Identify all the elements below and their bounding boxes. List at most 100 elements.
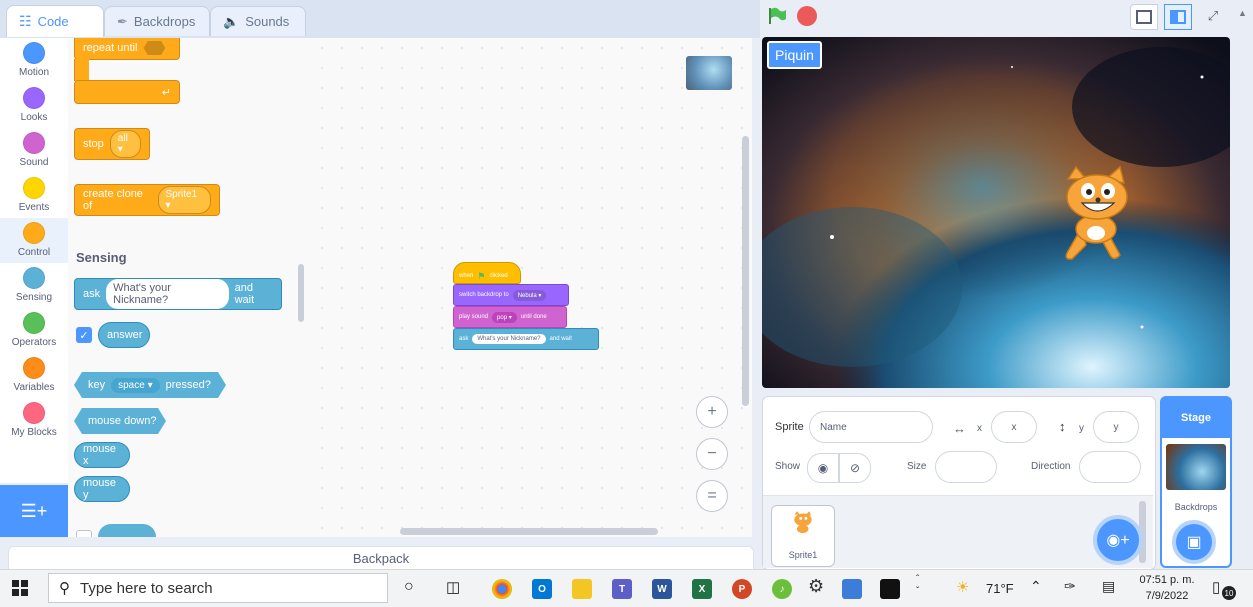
key-option-dropdown[interactable]: space ▾ [111, 378, 160, 393]
weather-temperature[interactable]: 71°F [986, 581, 1014, 596]
play-sound-until-done-block[interactable]: play sound pop ▾ until done [453, 306, 567, 328]
small-stage-button[interactable] [1130, 4, 1158, 30]
green-flag-icon[interactable] [767, 6, 787, 26]
category-looks[interactable]: Looks [0, 83, 68, 128]
task-view-icon[interactable]: ◫ [446, 578, 460, 596]
network-icon[interactable]: ▤ [1102, 578, 1115, 595]
show-sprite-button[interactable]: ◉ [807, 453, 839, 483]
small-stage-icon [1136, 10, 1152, 24]
category-dot-icon [23, 312, 45, 334]
tray-chevron-icon[interactable]: ⌃ [1030, 578, 1042, 595]
tab-backdrops[interactable]: ✒ Backdrops [104, 6, 210, 36]
music-app-icon[interactable]: ♪ [772, 579, 792, 599]
y-position-field[interactable]: y [1093, 411, 1139, 443]
sound-dropdown[interactable]: pop ▾ [492, 311, 517, 323]
category-variables[interactable]: Variables [0, 353, 68, 398]
category-dot-icon [23, 42, 45, 64]
stop-option-dropdown[interactable]: all ▾ [109, 130, 141, 158]
direction-field[interactable] [1079, 451, 1141, 483]
category-label: Looks [20, 112, 48, 123]
windows-start-icon[interactable] [12, 580, 28, 596]
choose-backdrop-button[interactable]: ▣ [1172, 520, 1216, 564]
category-label: My Blocks [11, 427, 57, 438]
mouse-y-reporter[interactable]: mouse y [74, 476, 130, 502]
fullscreen-icon[interactable]: ⤢ [1200, 4, 1226, 28]
ask-question-script-input[interactable]: What's your Nickname? [472, 334, 546, 344]
ask-question-input[interactable]: What's your Nickname? [106, 279, 229, 309]
when-flag-clicked-block[interactable]: when ⚑ clicked [453, 262, 521, 284]
sprite-name-field[interactable]: Name [809, 411, 933, 443]
chrome-icon[interactable] [492, 579, 512, 599]
category-dot-icon [23, 402, 45, 424]
tab-code[interactable]: ☷ Code [6, 5, 104, 37]
category-dot-icon [23, 132, 45, 154]
sprite-tile[interactable]: Sprite1 [771, 505, 835, 567]
excel-icon[interactable]: X [692, 579, 712, 599]
powerpoint-icon[interactable]: P [732, 579, 752, 599]
word-icon[interactable]: W [652, 579, 672, 599]
pen-icon[interactable]: ✑ [1064, 578, 1076, 595]
clone-option-dropdown[interactable]: Sprite1 ▾ [157, 186, 211, 214]
taskbar-search-box[interactable]: ⚲ Type here to search [48, 573, 388, 603]
script-vertical-scrollbar[interactable] [742, 136, 749, 406]
file-explorer-icon[interactable] [572, 579, 592, 599]
switch-backdrop-block[interactable]: switch backdrop to Nebula ▾ [453, 284, 569, 306]
scroll-up-icon[interactable]: ▲ [1238, 8, 1250, 20]
stop-block[interactable]: stop all ▾ [74, 128, 150, 160]
brush-icon: ✒ [117, 13, 128, 29]
tab-sounds[interactable]: 🔈 Sounds [210, 6, 306, 36]
loudness-checkbox[interactable] [76, 530, 92, 537]
teams-icon[interactable]: T [612, 579, 632, 599]
mouse-down-block[interactable]: mouse down? [74, 408, 166, 434]
stop-icon[interactable] [797, 6, 817, 26]
palette-scrollbar[interactable] [298, 264, 304, 322]
add-extension-button[interactable]: ☰+ [0, 485, 68, 537]
normal-stage-button[interactable] [1164, 4, 1192, 30]
cortana-icon[interactable]: ○ [404, 578, 414, 596]
active-app-chevron-icon[interactable]: ˆˇ [916, 574, 919, 598]
repeat-until-footer: ↵ [74, 80, 180, 104]
photos-icon[interactable] [842, 579, 862, 599]
choose-sprite-button[interactable]: ◉+ [1093, 515, 1143, 565]
answer-checkbox[interactable]: ✓ [76, 327, 92, 343]
terminal-icon[interactable] [880, 579, 900, 599]
taskbar-clock[interactable]: 07:51 p. m. 7/9/2022 [1134, 572, 1200, 604]
category-motion[interactable]: Motion [0, 38, 68, 83]
category-dot-icon [23, 267, 45, 289]
condition-slot[interactable] [143, 41, 166, 55]
category-control[interactable]: Control [0, 218, 68, 263]
category-events[interactable]: Events [0, 173, 68, 218]
backpack[interactable]: Backpack [8, 546, 754, 570]
category-sound[interactable]: Sound [0, 128, 68, 173]
ask-and-wait-block[interactable]: ask What's your Nickname? and wait [74, 278, 282, 310]
mouse-x-reporter[interactable]: mouse x [74, 442, 130, 468]
answer-reporter[interactable]: answer [98, 322, 150, 348]
zoom-in-icon: + [707, 403, 717, 420]
zoom-reset-button[interactable]: = [696, 480, 728, 512]
category-operators[interactable]: Operators [0, 308, 68, 353]
settings-gear-icon[interactable]: ⚙ [808, 576, 824, 597]
notification-center-icon[interactable]: ▯ 10 [1212, 578, 1236, 600]
size-field[interactable] [935, 451, 997, 483]
category-my-blocks[interactable]: My Blocks [0, 398, 68, 443]
category-label: Sensing [15, 292, 53, 303]
outlook-icon[interactable]: O [532, 579, 552, 599]
zoom-in-button[interactable]: + [696, 396, 728, 428]
category-label: Operators [11, 337, 57, 348]
reporter-block-partial[interactable] [98, 524, 156, 537]
category-sensing[interactable]: Sensing [0, 263, 68, 308]
stage[interactable]: Piquin [762, 37, 1230, 388]
hide-sprite-button[interactable]: ⊘ [839, 453, 871, 483]
script-horizontal-scrollbar[interactable] [400, 528, 658, 535]
cat-plus-icon: ◉+ [1106, 532, 1130, 549]
script-area[interactable]: when ⚑ clicked switch backdrop to Nebula… [312, 38, 752, 537]
backdrop-dropdown[interactable]: Nebula ▾ [512, 289, 547, 301]
repeat-until-block[interactable]: repeat until [74, 38, 180, 60]
key-pressed-block[interactable]: key space ▾ pressed? [74, 372, 226, 398]
create-clone-block[interactable]: create clone of Sprite1 ▾ [74, 184, 220, 216]
x-position-field[interactable]: x [991, 411, 1037, 443]
stage-selector[interactable]: Stage Backdrops ▣ [1160, 396, 1232, 568]
zoom-out-button[interactable]: − [696, 438, 728, 470]
ask-and-wait-script-block[interactable]: ask What's your Nickname? and wait [453, 328, 599, 350]
cat-sprite[interactable] [1052, 165, 1142, 265]
